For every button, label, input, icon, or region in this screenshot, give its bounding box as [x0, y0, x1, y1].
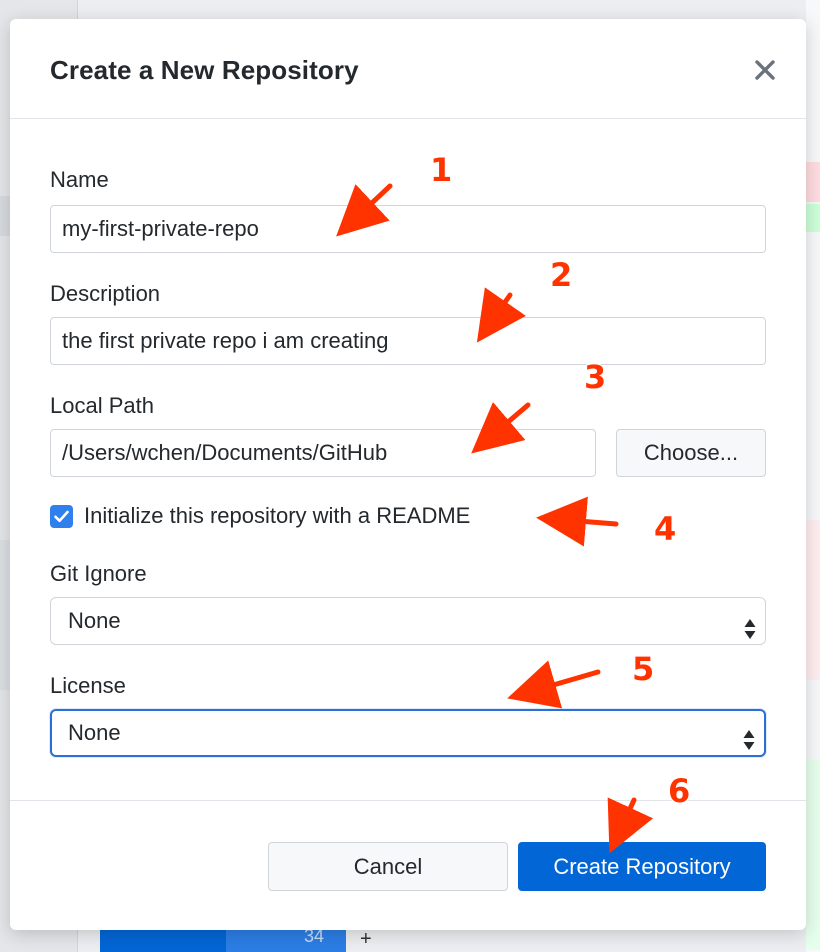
- git-ignore-label: Git Ignore: [50, 561, 147, 586]
- license-label: License: [50, 673, 126, 698]
- choose-button[interactable]: Choose...: [616, 429, 766, 477]
- close-button[interactable]: [750, 55, 780, 85]
- dialog-title: Create a New Repository: [50, 55, 359, 85]
- git-ignore-select[interactable]: None: [50, 597, 766, 645]
- name-input[interactable]: my-first-private-repo: [50, 205, 766, 253]
- background-diff-added: [806, 760, 820, 950]
- close-icon: [755, 60, 775, 80]
- readme-checkbox[interactable]: [50, 505, 73, 528]
- readme-checkbox-label[interactable]: Initialize this repository with a README: [84, 503, 470, 529]
- local-path-label: Local Path: [50, 393, 154, 418]
- create-repository-button[interactable]: Create Repository: [518, 842, 766, 891]
- cancel-button[interactable]: Cancel: [268, 842, 508, 891]
- dialog-header: Create a New Repository: [10, 19, 806, 119]
- footer-divider: [10, 800, 806, 801]
- background-diff-added: [806, 204, 820, 232]
- select-arrows-icon: [743, 610, 757, 639]
- name-label: Name: [50, 167, 109, 192]
- description-input[interactable]: the first private repo i am creating: [50, 317, 766, 365]
- license-value: None: [68, 720, 121, 745]
- git-ignore-value: None: [68, 608, 121, 633]
- checkmark-icon: [54, 510, 69, 523]
- background-diff-removed: [806, 162, 820, 202]
- local-path-input[interactable]: /Users/wchen/Documents/GitHub: [50, 429, 596, 477]
- background-tab-active: [226, 930, 346, 952]
- select-arrows-icon: [742, 722, 756, 750]
- create-repository-dialog: Create a New Repository Name my-first-pr…: [10, 19, 806, 930]
- license-select[interactable]: None: [50, 709, 766, 757]
- background-diff-removed: [806, 520, 820, 680]
- description-label: Description: [50, 281, 161, 306]
- background-plus: +: [360, 928, 372, 950]
